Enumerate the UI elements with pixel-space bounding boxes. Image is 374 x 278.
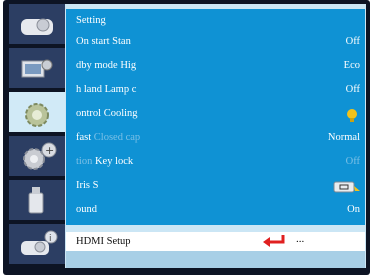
menu-title: Setting <box>76 15 106 26</box>
menu-row-5[interactable]: fast Closed cap Normal <box>66 129 365 151</box>
menu-row-6[interactable]: tion Key lock Off <box>66 153 365 175</box>
row-label: dby mode Hig <box>76 60 137 71</box>
row-value: Off <box>345 36 360 47</box>
tab-image-setting[interactable] <box>9 48 65 88</box>
setting-menu: Setting On start Stan Off dby mode Hig E… <box>66 9 365 225</box>
hdmi-setup-ellipsis: ... <box>296 233 305 245</box>
row-label: tion Key lock <box>76 156 134 167</box>
bottom-bar <box>66 251 365 268</box>
row-label: h land Lamp c <box>76 84 137 95</box>
row-label: ontrol Cooling <box>76 108 138 119</box>
projector-icon <box>21 18 53 35</box>
gear-icon <box>25 103 49 127</box>
svg-text:i: i <box>49 234 52 244</box>
hdmi-setup-row[interactable]: HDMI Setup ... <box>66 232 365 251</box>
row-label: On start Stan <box>76 36 131 47</box>
row-value: Eco <box>343 60 360 71</box>
row-value: Off <box>345 84 360 95</box>
row-value: Normal <box>327 132 360 143</box>
row-value: On <box>347 204 360 215</box>
row-value: Off <box>345 156 360 167</box>
menu-row-4[interactable]: ontrol Cooling <box>66 105 365 127</box>
enter-arrow-icon <box>263 235 285 247</box>
usb-icon <box>28 187 44 214</box>
menu-row-2[interactable]: dby mode Hig Eco <box>66 57 365 79</box>
tab-projector[interactable] <box>9 4 65 44</box>
gear-plus-icon: + <box>23 142 57 170</box>
row-label: Iris S <box>76 180 99 191</box>
image-setting-icon <box>21 59 53 78</box>
tab-usb[interactable] <box>9 180 65 220</box>
menu-row-1[interactable]: On start Stan Off <box>66 33 365 55</box>
svg-text:+: + <box>45 144 54 157</box>
tab-expanded-setting[interactable]: + <box>9 136 65 176</box>
menu-row-3[interactable]: h land Lamp c Off <box>66 81 365 103</box>
row-label: fast Closed cap <box>76 132 141 143</box>
projector-info-icon: i <box>21 230 58 255</box>
sidebar: + i <box>9 4 75 268</box>
hdmi-setup-label: HDMI Setup <box>76 236 131 247</box>
key-pointer-icon <box>333 181 360 193</box>
menu-row-8[interactable]: ound On <box>66 201 365 223</box>
row-label: ound <box>76 204 97 215</box>
tab-information[interactable]: i <box>9 224 65 264</box>
menu-row-7[interactable]: Iris S <box>66 177 365 199</box>
bulb-icon <box>347 109 357 122</box>
